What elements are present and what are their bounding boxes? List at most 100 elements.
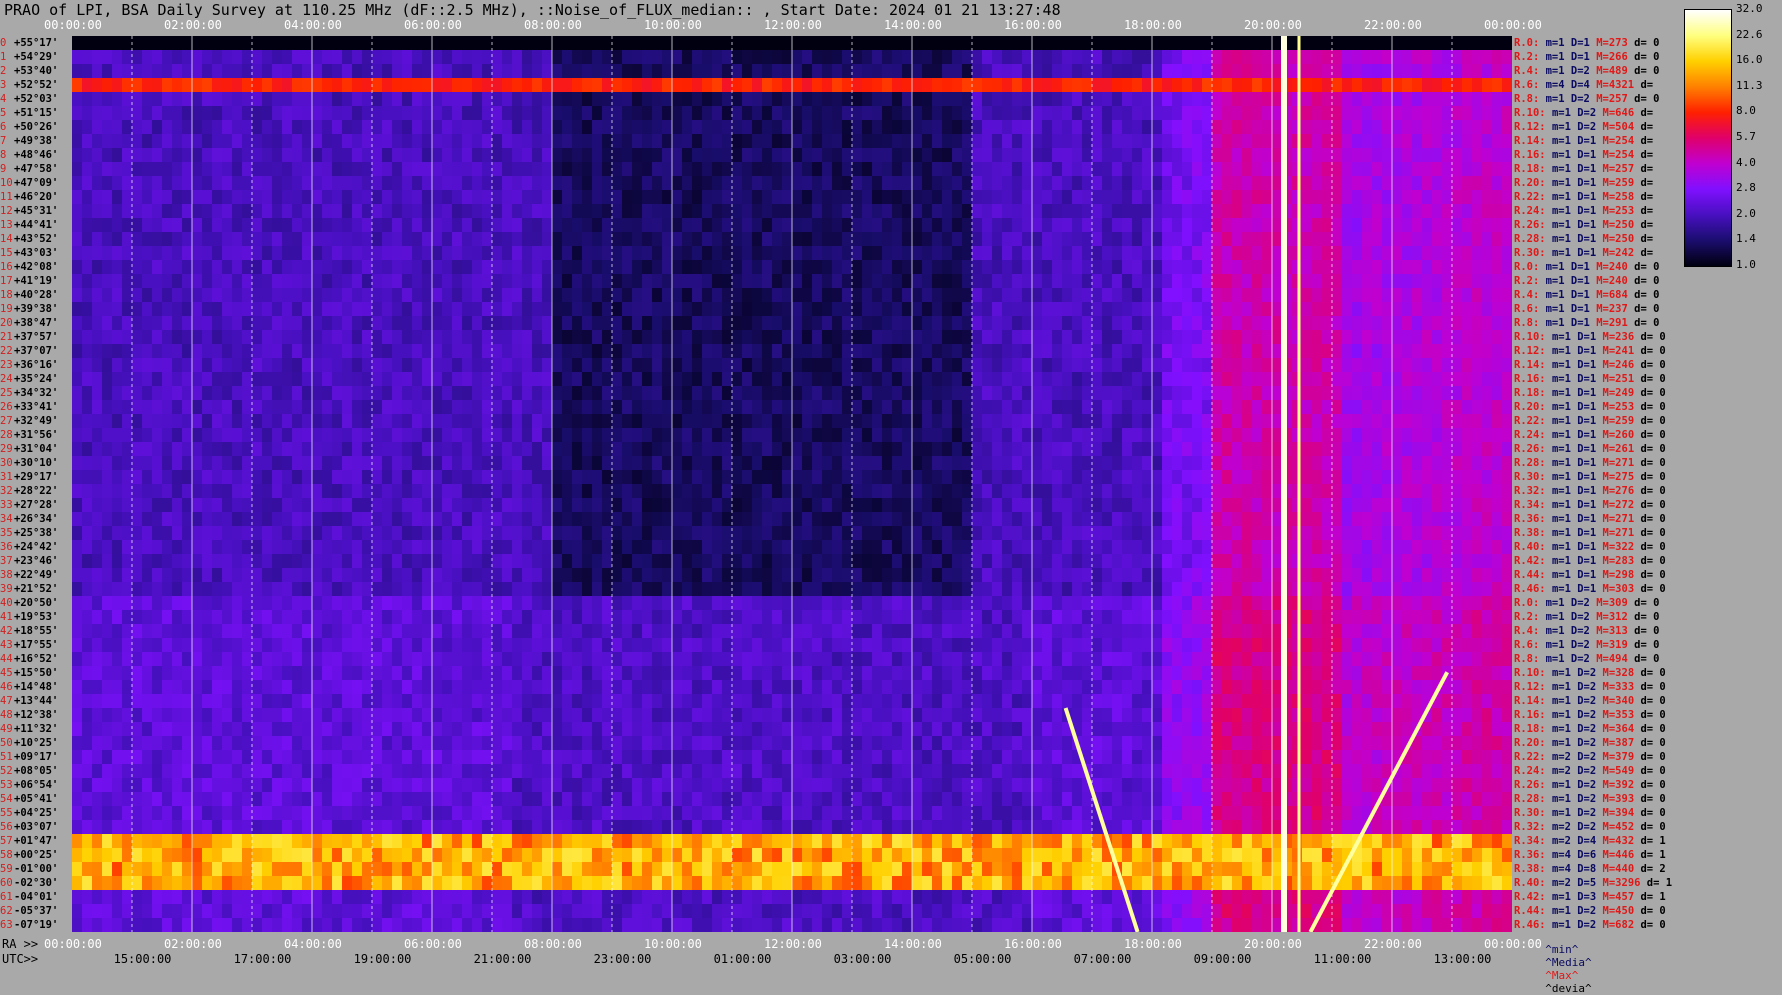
heatmap-cell (952, 386, 963, 401)
heatmap-cell (1432, 218, 1443, 233)
heatmap-cell (1432, 106, 1443, 121)
heatmap-cell (572, 344, 583, 359)
heatmap-cell (1112, 386, 1123, 401)
heatmap-cell (1012, 274, 1023, 289)
heatmap-cell (832, 358, 843, 373)
heatmap-cell (1312, 414, 1323, 429)
heatmap-cell (272, 428, 283, 443)
heatmap-cell (1162, 386, 1173, 401)
heatmap-cell (942, 176, 953, 191)
heatmap-cell (852, 456, 863, 471)
heatmap-cell (902, 302, 913, 317)
heatmap-cell (1222, 288, 1233, 303)
heatmap-cell (992, 190, 1003, 205)
heatmap-cell (302, 176, 313, 191)
heatmap-cell (1462, 246, 1473, 261)
heatmap-cell (892, 344, 903, 359)
dec-row-index: 21 (0, 330, 14, 344)
heatmap-cell (1342, 162, 1353, 177)
heatmap-cell (1462, 176, 1473, 191)
heatmap-cell (1062, 428, 1073, 443)
heatmap-cell (892, 78, 903, 93)
heatmap-cell (302, 442, 313, 457)
heatmap-cell (722, 176, 733, 191)
heatmap-cell (282, 442, 293, 457)
heatmap-cell (1302, 316, 1313, 331)
heatmap-cell (172, 400, 183, 415)
heatmap-cell (462, 400, 473, 415)
heatmap-cell (162, 148, 173, 163)
heatmap-cell (1452, 316, 1463, 331)
heatmap-cell (302, 274, 313, 289)
heatmap-cell (152, 428, 163, 443)
heatmap-cell (282, 106, 293, 121)
heatmap-cell (252, 288, 263, 303)
heatmap-cell (502, 400, 513, 415)
heatmap-cell (952, 414, 963, 429)
heatmap-cell (252, 372, 263, 387)
heatmap-cell (1222, 232, 1233, 247)
heatmap-cell (612, 288, 623, 303)
heatmap-cell (1452, 414, 1463, 429)
heatmap-cell (1132, 414, 1143, 429)
heatmap-cell (892, 414, 903, 429)
heatmap-cell (82, 498, 93, 513)
heatmap-cell (802, 316, 813, 331)
heatmap-cell (1182, 50, 1193, 65)
heatmap-cell (402, 288, 413, 303)
dec-row-index: 15 (0, 246, 14, 260)
heatmap-cell (362, 302, 373, 317)
heatmap-cell (1112, 64, 1123, 79)
heatmap-cell (902, 148, 913, 163)
heatmap-cell (912, 274, 923, 289)
heatmap-cell (682, 162, 693, 177)
heatmap-cell (1142, 400, 1153, 415)
heatmap-cell (702, 64, 713, 79)
heatmap-cell (892, 428, 903, 443)
heatmap-cell (522, 400, 533, 415)
heatmap-cell (522, 50, 533, 65)
heatmap-cell (82, 78, 93, 93)
heatmap-cell (72, 148, 83, 163)
heatmap-cell (1362, 134, 1373, 149)
heatmap-cell (1102, 260, 1113, 275)
heatmap-cell (492, 274, 503, 289)
heatmap-cell (1402, 484, 1413, 499)
heatmap-cell (292, 372, 303, 387)
heatmap-cell (682, 78, 693, 93)
heatmap-cell (1362, 372, 1373, 387)
heatmap-cell (582, 78, 593, 93)
heatmap-cell (352, 232, 363, 247)
heatmap-cell (832, 106, 843, 121)
heatmap-cell (432, 456, 443, 471)
heatmap-cell (252, 484, 263, 499)
heatmap-cell (932, 414, 943, 429)
heatmap-cell (242, 316, 253, 331)
heatmap-cell (392, 246, 403, 261)
heatmap-cell (1262, 134, 1273, 149)
heatmap-cell (692, 302, 703, 317)
heatmap-cell (362, 400, 373, 415)
heatmap-cell (1322, 148, 1333, 163)
heatmap-cell (1312, 148, 1323, 163)
heatmap-cell (292, 204, 303, 219)
heatmap-cell (1222, 246, 1233, 261)
heatmap-cell (722, 218, 733, 233)
heatmap-cell (892, 484, 903, 499)
heatmap-cell (382, 274, 393, 289)
heatmap-cell (282, 50, 293, 65)
heatmap-cell (312, 106, 323, 121)
heatmap-cell (1032, 316, 1043, 331)
heatmap-cell (1432, 50, 1443, 65)
heatmap-cell (652, 78, 663, 93)
heatmap-cell (312, 36, 323, 51)
heatmap-cell (252, 302, 263, 317)
heatmap-cell (772, 120, 783, 135)
heatmap-cell (342, 470, 353, 485)
heatmap-cell (1212, 120, 1223, 135)
heatmap-cell (982, 400, 993, 415)
heatmap-cell (1342, 176, 1353, 191)
heatmap-cell (502, 106, 513, 121)
heatmap-cell (1082, 400, 1093, 415)
heatmap-cell (812, 176, 823, 191)
